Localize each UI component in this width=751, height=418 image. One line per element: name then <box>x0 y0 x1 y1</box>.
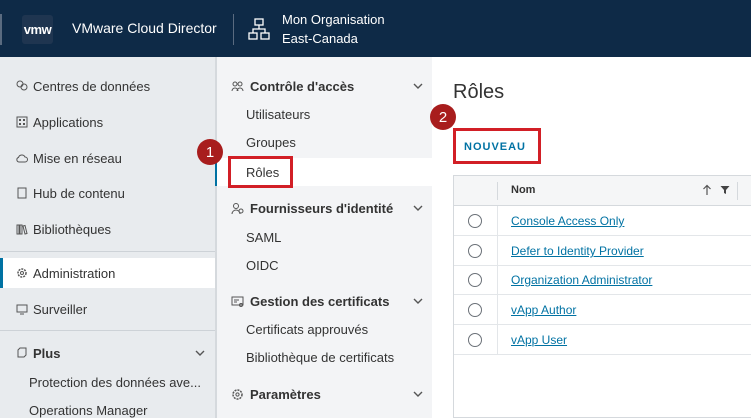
top-header: vmw VMware Cloud Director Mon Organisati… <box>0 0 751 57</box>
group-identity-providers[interactable]: Fournisseurs d'identité <box>217 194 432 222</box>
organization-icon <box>248 18 270 40</box>
roles-datagrid: Nom Console Access Only Defer to Identit… <box>453 175 751 418</box>
applications-icon <box>16 116 28 128</box>
group-label: Paramètres <box>250 386 321 402</box>
group-settings[interactable]: Paramètres <box>217 380 432 408</box>
nav-item-libraries[interactable]: Bibliothèques <box>0 214 215 244</box>
nav-label: Hub de contenu <box>33 185 125 201</box>
group-label: Gestion des certificats <box>250 293 390 309</box>
row-radio[interactable] <box>468 273 482 287</box>
row-separator <box>497 236 498 265</box>
gear-icon <box>232 388 243 400</box>
role-link[interactable]: Organization Administrator <box>511 273 652 287</box>
sort-arrow-up-icon[interactable] <box>702 184 712 196</box>
plus-icon <box>17 347 27 358</box>
nav-label: Bibliothèques <box>33 221 112 237</box>
subnav-item-certificate-library[interactable]: Bibliothèque de certificats <box>217 343 432 371</box>
nav-item-more[interactable]: Plus <box>0 338 215 368</box>
row-separator <box>497 265 498 294</box>
nav-item-administration[interactable]: Administration <box>0 258 215 288</box>
role-link[interactable]: Console Access Only <box>511 214 624 228</box>
column-separator <box>497 182 498 200</box>
subnav-item-saml[interactable]: SAML <box>217 223 432 251</box>
row-separator <box>497 295 498 324</box>
subnav-item-groups[interactable]: Groupes <box>217 128 432 156</box>
vmw-logo[interactable]: vmw <box>22 15 53 44</box>
cloud-icon <box>16 154 28 163</box>
table-row[interactable]: Defer to Identity Provider <box>454 236 751 266</box>
page-title: Rôles <box>453 81 505 103</box>
group-access-control[interactable]: Contrôle d'accès <box>217 72 432 100</box>
org-region[interactable]: East-Canada <box>282 31 358 46</box>
secondary-navigation: Contrôle d'accès Utilisateurs Groupes Rô… <box>215 57 432 418</box>
subnav-item-trusted-certificates[interactable]: Certificats approuvés <box>217 315 432 343</box>
users-icon <box>231 81 244 91</box>
nav-item-monitor[interactable]: Surveiller <box>0 294 215 324</box>
row-radio[interactable] <box>468 214 482 228</box>
nav-label: Surveiller <box>33 301 88 317</box>
app-title[interactable]: VMware Cloud Director <box>72 20 217 36</box>
nav-item-datacenters[interactable]: Centres de données <box>0 71 215 101</box>
table-row[interactable]: vApp User <box>454 325 751 355</box>
nav-item-applications[interactable]: Applications <box>0 107 215 137</box>
nav-subitem-operations-manager[interactable]: Operations Manager <box>29 403 148 418</box>
step-badge-1: 1 <box>197 139 223 165</box>
group-label: Fournisseurs d'identité <box>250 200 394 216</box>
chevron-down-icon[interactable] <box>413 81 423 91</box>
nav-item-content-hub[interactable]: Hub de contenu <box>0 178 215 208</box>
nav-subitem-data-protection[interactable]: Protection des données ave... <box>29 375 201 390</box>
row-separator <box>497 206 498 235</box>
row-radio[interactable] <box>468 303 482 317</box>
role-link[interactable]: vApp User <box>511 333 567 347</box>
step-badge-2: 2 <box>430 104 456 130</box>
role-link[interactable]: Defer to Identity Provider <box>511 244 644 258</box>
group-certificate-management[interactable]: Gestion des certificats <box>217 287 432 315</box>
library-icon <box>16 224 28 235</box>
nav-item-networking[interactable]: Mise en réseau <box>0 143 215 173</box>
identity-provider-icon <box>231 202 244 214</box>
monitor-icon <box>16 304 28 315</box>
group-label: Contrôle d'accès <box>250 78 355 94</box>
row-separator <box>497 325 498 354</box>
nav-label: Centres de données <box>33 78 151 94</box>
nav-separator <box>0 251 215 252</box>
org-name[interactable]: Mon Organisation <box>282 12 385 27</box>
datagrid-header: Nom <box>454 176 751 206</box>
chevron-down-icon[interactable] <box>413 296 423 306</box>
datacenter-icon <box>16 80 28 91</box>
chevron-down-icon[interactable] <box>413 203 423 213</box>
main-content: Rôles NOUVEAU Nom Console Access Only De… <box>432 57 751 418</box>
nav-separator <box>0 330 215 331</box>
row-radio[interactable] <box>468 244 482 258</box>
header-divider <box>233 14 234 45</box>
row-radio[interactable] <box>468 333 482 347</box>
nav-label: Applications <box>33 114 104 130</box>
column-separator <box>737 182 738 200</box>
subnav-item-users[interactable]: Utilisateurs <box>217 100 432 128</box>
role-link[interactable]: vApp Author <box>511 303 576 317</box>
table-row[interactable]: Organization Administrator <box>454 265 751 295</box>
left-navigation: Centres de données Applications Mise en … <box>0 57 215 418</box>
nav-label: Administration <box>33 265 116 281</box>
highlight-box-roles <box>228 156 293 188</box>
column-header-name[interactable]: Nom <box>511 184 535 196</box>
certificate-icon <box>231 296 244 307</box>
chevron-down-icon[interactable] <box>413 389 423 399</box>
table-row[interactable]: Console Access Only <box>454 206 751 236</box>
nav-label: Mise en réseau <box>33 150 122 166</box>
nav-label: Plus <box>33 345 61 361</box>
gear-icon <box>17 268 27 278</box>
subnav-item-oidc[interactable]: OIDC <box>217 251 432 279</box>
highlight-box-new <box>453 128 541 164</box>
table-row[interactable]: vApp Author <box>454 295 751 325</box>
content-hub-icon <box>17 187 27 199</box>
chevron-down-icon[interactable] <box>195 348 205 358</box>
filter-icon[interactable] <box>720 185 730 195</box>
header-left-divider <box>0 14 2 45</box>
